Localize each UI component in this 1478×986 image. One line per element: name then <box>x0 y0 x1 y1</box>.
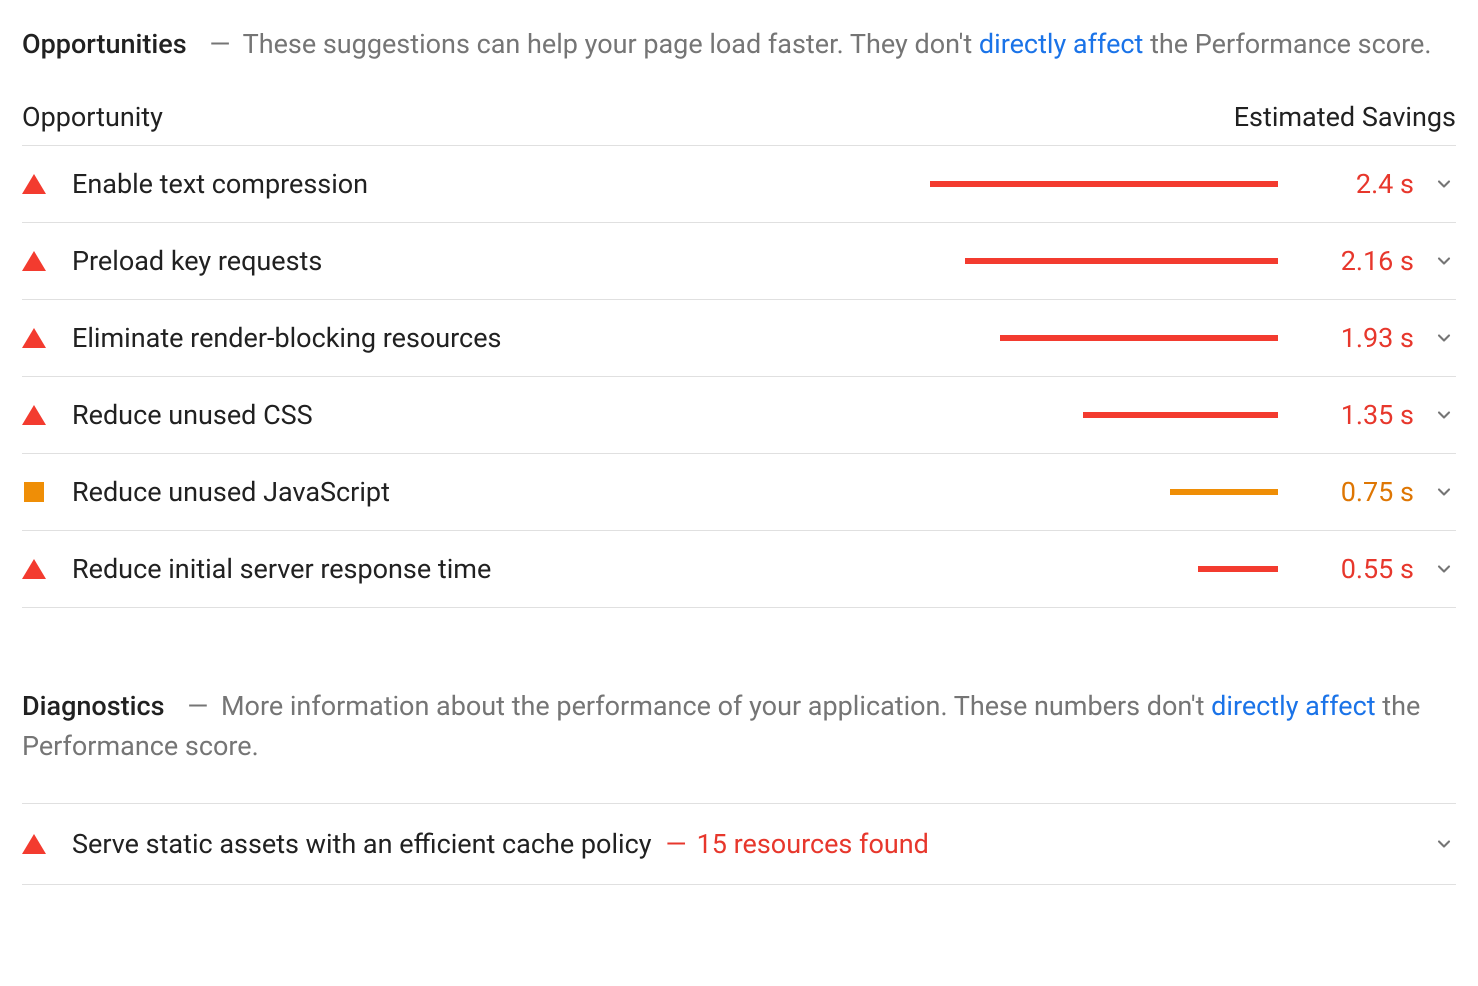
chevron-down-icon[interactable] <box>1432 328 1456 348</box>
diagnostic-row[interactable]: Serve static assets with an efficient ca… <box>22 804 1456 885</box>
triangle-fail-icon <box>22 172 46 196</box>
diagnostic-separator: — <box>666 828 687 860</box>
opportunity-row[interactable]: Reduce unused CSS 1.35 s <box>22 377 1456 454</box>
savings-value: 2.4 s <box>1306 168 1414 200</box>
savings-value: 0.55 s <box>1306 553 1414 585</box>
opportunity-title: Preload key requests <box>72 245 322 277</box>
chevron-down-icon[interactable] <box>1432 834 1456 854</box>
opportunity-title: Reduce unused CSS <box>72 399 313 431</box>
savings-bar <box>930 566 1278 572</box>
opportunity-title: Reduce unused JavaScript <box>72 476 390 508</box>
opportunities-columns-header: Opportunity Estimated Savings <box>22 101 1456 146</box>
column-estimated-savings: Estimated Savings <box>1234 101 1456 133</box>
savings-value: 1.93 s <box>1306 322 1414 354</box>
savings-bar <box>930 258 1278 264</box>
opportunity-title: Eliminate render-blocking resources <box>72 322 501 354</box>
chevron-down-icon[interactable] <box>1432 174 1456 194</box>
opportunity-title: Reduce initial server response time <box>72 553 491 585</box>
opportunity-title: Enable text compression <box>72 168 368 200</box>
savings-bar <box>930 181 1278 187</box>
triangle-fail-icon <box>22 557 46 581</box>
diagnostics-title: Diagnostics <box>22 690 164 722</box>
diagnostic-title: Serve static assets with an efficient ca… <box>72 828 652 860</box>
square-average-icon <box>22 480 46 504</box>
opportunity-row[interactable]: Reduce unused JavaScript 0.75 s <box>22 454 1456 531</box>
chevron-down-icon[interactable] <box>1432 559 1456 579</box>
opportunity-row[interactable]: Eliminate render-blocking resources 1.93 … <box>22 300 1456 377</box>
savings-value: 2.16 s <box>1306 245 1414 277</box>
opportunity-row[interactable]: Reduce initial server response time 0.55 … <box>22 531 1456 608</box>
opportunities-description-suffix: the Performance score. <box>1143 28 1431 60</box>
triangle-fail-icon <box>22 403 46 427</box>
directly-affect-link[interactable]: directly affect <box>979 28 1143 60</box>
opportunities-header: Opportunities — These suggestions can he… <box>22 24 1456 65</box>
opportunities-title: Opportunities <box>22 28 187 60</box>
directly-affect-link[interactable]: directly affect <box>1211 690 1375 722</box>
dash-separator: — <box>209 28 230 60</box>
savings-value: 0.75 s <box>1306 476 1414 508</box>
diagnostics-list: Serve static assets with an efficient ca… <box>22 804 1456 885</box>
diagnostic-detail: 15 resources found <box>697 828 929 860</box>
chevron-down-icon[interactable] <box>1432 482 1456 502</box>
opportunity-row[interactable]: Enable text compression 2.4 s <box>22 146 1456 223</box>
chevron-down-icon[interactable] <box>1432 405 1456 425</box>
savings-bar <box>930 412 1278 418</box>
opportunity-row[interactable]: Preload key requests 2.16 s <box>22 223 1456 300</box>
savings-value: 1.35 s <box>1306 399 1414 431</box>
triangle-fail-icon <box>22 832 46 856</box>
column-opportunity: Opportunity <box>22 101 163 133</box>
triangle-fail-icon <box>22 249 46 273</box>
opportunities-list: Enable text compression 2.4 s Preload key … <box>22 146 1456 608</box>
triangle-fail-icon <box>22 326 46 350</box>
diagnostics-header: Diagnostics — More information about the… <box>22 686 1456 767</box>
savings-bar <box>930 335 1278 341</box>
diagnostics-description-prefix: More information about the performance o… <box>221 690 1211 722</box>
chevron-down-icon[interactable] <box>1432 251 1456 271</box>
savings-bar <box>930 489 1278 495</box>
dash-separator: — <box>187 690 208 722</box>
opportunities-description-prefix: These suggestions can help your page loa… <box>243 28 979 60</box>
